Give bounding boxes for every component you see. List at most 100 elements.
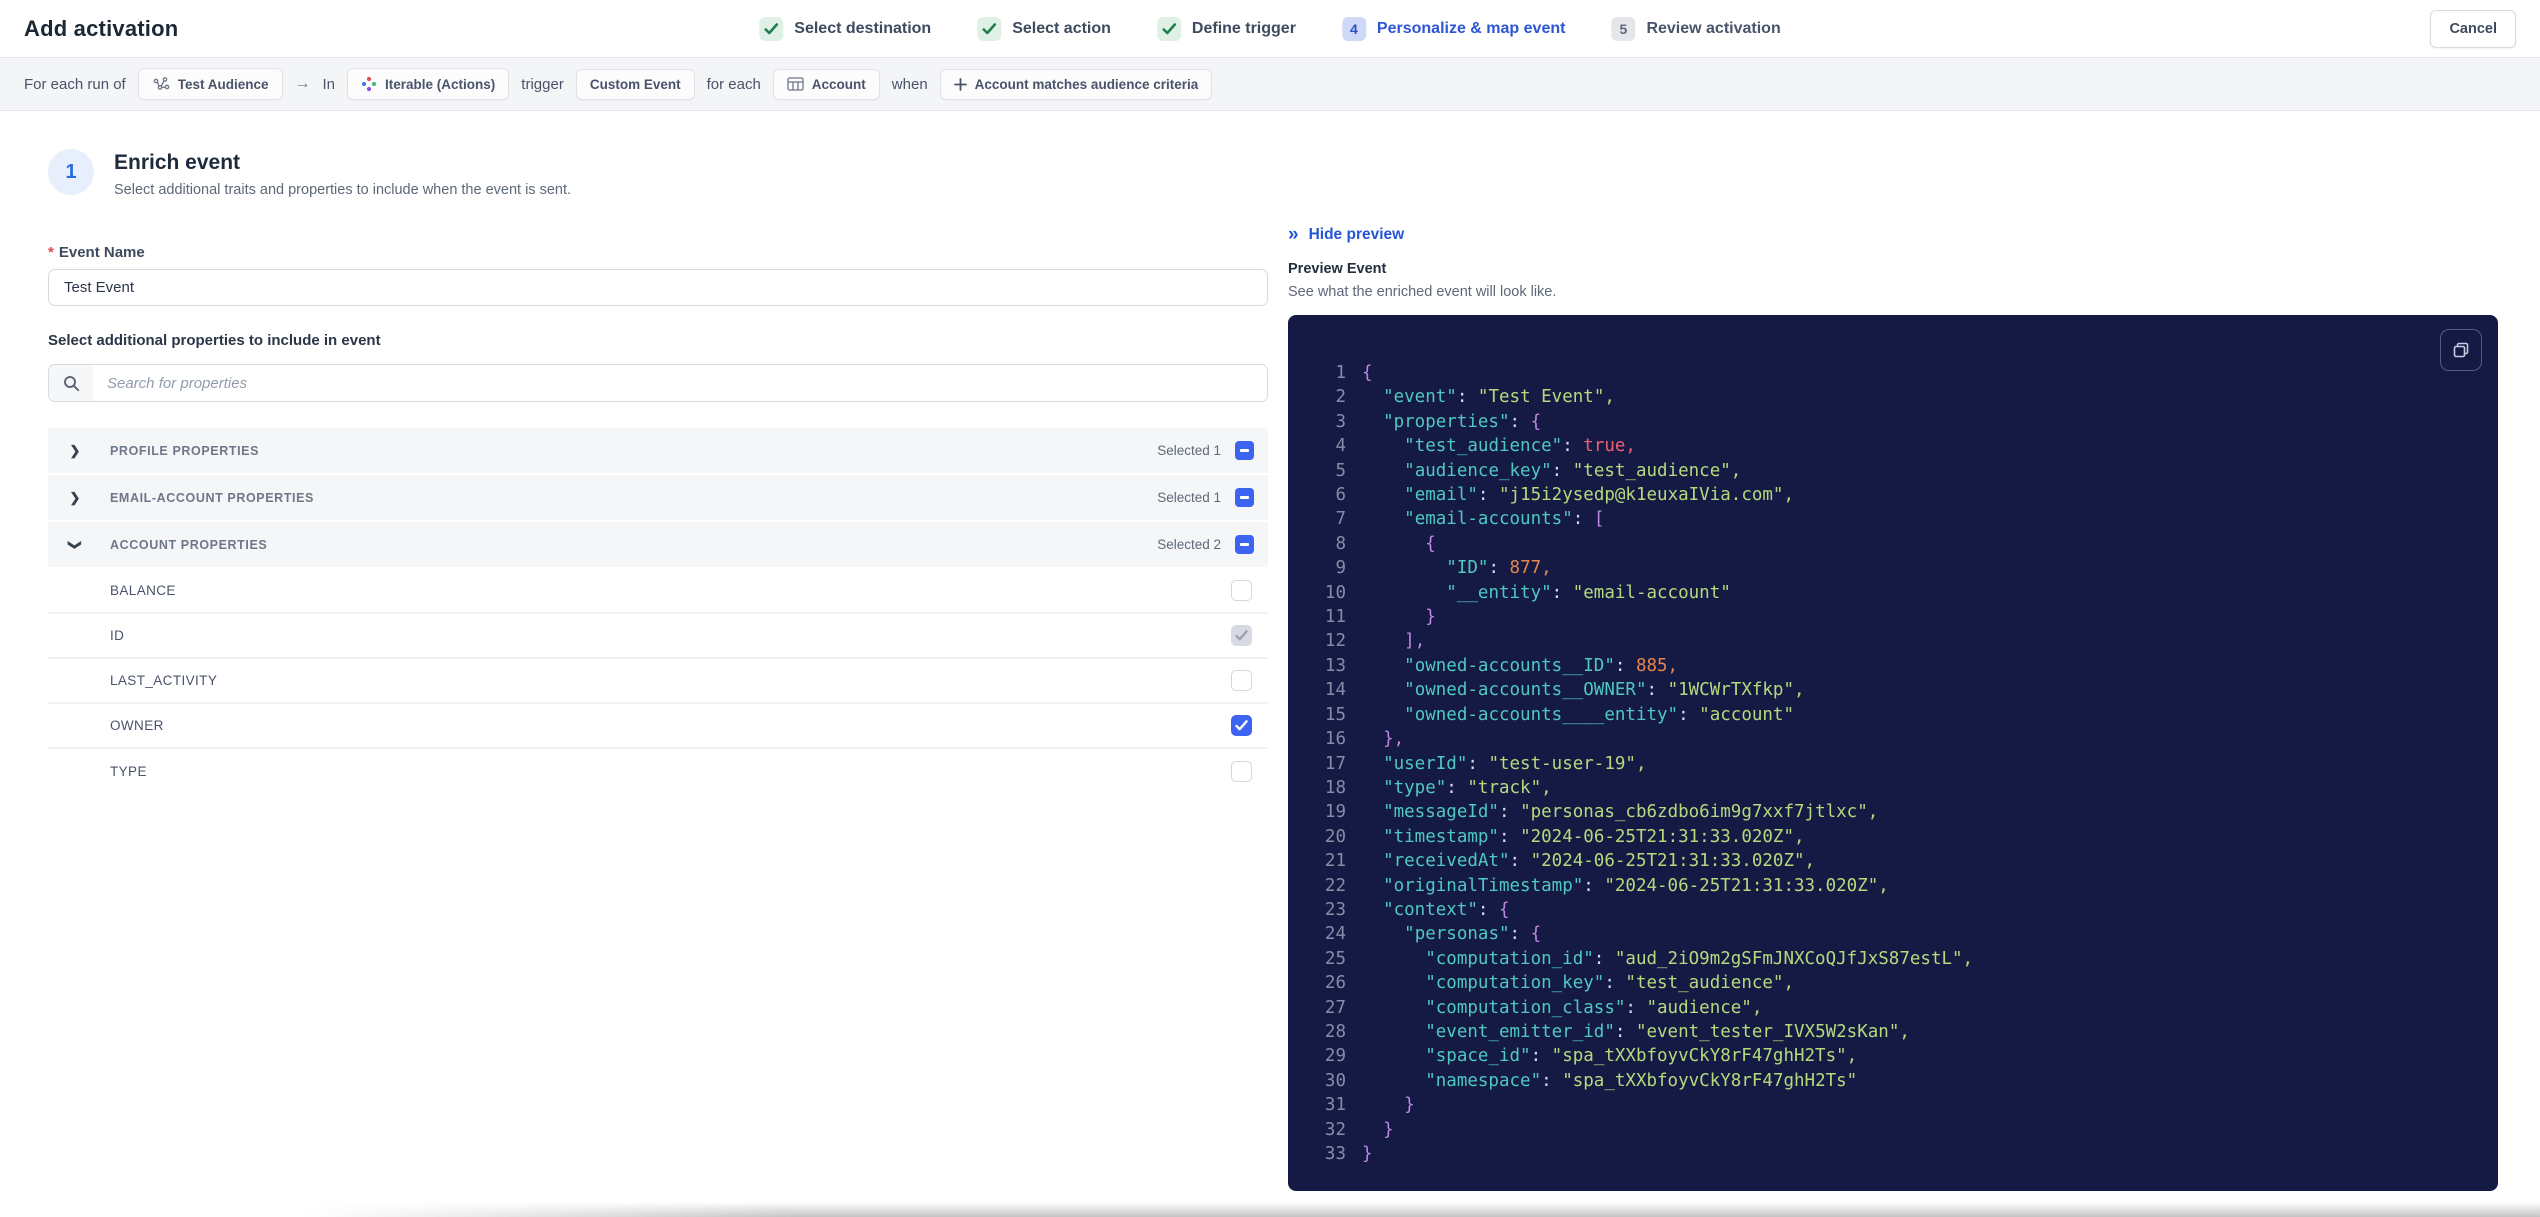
step-label: Review activation xyxy=(1646,19,1781,37)
line-number: 5 xyxy=(1335,460,1346,481)
property-checkbox[interactable] xyxy=(1231,715,1252,736)
line-number: 4 xyxy=(1335,436,1346,457)
property-label: LAST_ACTIVITY xyxy=(110,673,218,688)
pill-account[interactable]: Account xyxy=(772,68,880,100)
code-line: 23 "context": { xyxy=(1318,898,2470,922)
group-label: EMAIL-ACCOUNT PROPERTIES xyxy=(110,490,314,505)
code-line: 5 "audience_key": "test_audience", xyxy=(1318,459,2470,483)
group-header-account-properties[interactable]: ❯ ACCOUNT PROPERTIES Selected 2 xyxy=(48,522,1268,567)
code-text: "originalTimestamp": "2024-06-25T21:31:3… xyxy=(1383,875,1889,896)
selected-count: Selected 1 xyxy=(1157,443,1221,458)
line-number: 8 xyxy=(1335,533,1346,554)
pill-test-audience[interactable]: Test Audience xyxy=(137,68,283,100)
trigger-text: when xyxy=(891,75,928,93)
code-line: 21 "receivedAt": "2024-06-25T21:31:33.02… xyxy=(1318,849,2470,873)
line-number: 13 xyxy=(1324,655,1346,676)
line-number: 16 xyxy=(1324,729,1346,750)
code-line: 27 "computation_class": "audience", xyxy=(1318,996,2470,1020)
code-line: 30 "namespace": "spa_tXXbfoyvCkY8rF47ghH… xyxy=(1318,1069,2470,1093)
step-review-activation[interactable]: 5 Review activation xyxy=(1611,16,1781,41)
code-text: "computation_class": "audience", xyxy=(1425,997,1763,1018)
code-text: "event_emitter_id": "event_tester_IVX5W2… xyxy=(1425,1021,1910,1042)
code-text: "receivedAt": "2024-06-25T21:31:33.020Z"… xyxy=(1383,851,1816,872)
pill-label: Account xyxy=(811,76,866,92)
property-row-last-activity[interactable]: LAST_ACTIVITY xyxy=(48,659,1268,704)
line-number: 17 xyxy=(1324,753,1346,774)
step-define-trigger[interactable]: Define trigger xyxy=(1156,16,1296,41)
property-checkbox[interactable] xyxy=(1231,761,1252,782)
property-checkbox[interactable] xyxy=(1231,580,1252,601)
copy-button[interactable] xyxy=(2440,329,2482,371)
code-line: 17 "userId": "test-user-19", xyxy=(1318,752,2470,776)
properties-accordion: ❯ PROFILE PROPERTIES Selected 1 ❯ EMAIL-ACCO… xyxy=(48,428,1268,794)
line-number: 24 xyxy=(1324,924,1346,945)
arrow-icon: → xyxy=(294,75,311,92)
group-header-right: Selected 1 xyxy=(1157,441,1254,460)
code-text: "owned-accounts____entity": "account" xyxy=(1404,704,1794,725)
property-row-id[interactable]: ID xyxy=(48,614,1268,659)
preview-panel: » Hide preview Preview Event See what the… xyxy=(1288,149,2498,1191)
topbar: Add activation Select destination Select … xyxy=(0,0,2540,58)
pill-account-matches-audience-criteria[interactable]: Account matches audience criteria xyxy=(939,68,1213,100)
line-number: 15 xyxy=(1324,704,1346,725)
event-name-input[interactable] xyxy=(48,269,1268,306)
event-name-label: * Event Name xyxy=(48,244,1268,261)
code-text: "audience_key": "test_audience", xyxy=(1404,460,1742,481)
line-number: 20 xyxy=(1324,826,1346,847)
property-row-balance[interactable]: BALANCE xyxy=(48,569,1268,614)
section-header: 1 Enrich event Select additional traits … xyxy=(48,149,1268,198)
trigger-summary-bar: For each run of Test Audience → In Iterable … xyxy=(0,58,2540,111)
trigger-text: In xyxy=(322,75,336,93)
property-label: TYPE xyxy=(110,764,147,779)
code-line: 31 } xyxy=(1318,1093,2470,1117)
code-text: } xyxy=(1362,1144,1373,1164)
pill-custom-event[interactable]: Custom Event xyxy=(575,68,695,100)
preview-title: Preview Event xyxy=(1288,261,1387,277)
group-header-email-account-properties[interactable]: ❯ EMAIL-ACCOUNT PROPERTIES Selected 1 xyxy=(48,475,1268,520)
code-preview: 1{2 "event": "Test Event", 3 "properties"… xyxy=(1288,315,2498,1191)
line-number: 14 xyxy=(1324,680,1346,701)
property-row-owner[interactable]: OWNER xyxy=(48,704,1268,749)
search-input[interactable] xyxy=(93,365,1267,401)
property-label: OWNER xyxy=(110,718,164,733)
pill-label: Iterable (Actions) xyxy=(385,76,496,92)
step-personalize-map-event[interactable]: 4 Personalize & map event xyxy=(1341,16,1565,41)
code-line: 11 } xyxy=(1318,605,2470,629)
check-icon xyxy=(759,16,784,41)
code-text: { xyxy=(1425,533,1436,554)
add-activation-page: Add activation Select destination Select … xyxy=(0,0,2540,1217)
code-line: 33} xyxy=(1318,1142,2470,1166)
pill-label: Custom Event xyxy=(589,76,681,92)
properties-label: Select additional properties to include … xyxy=(48,332,381,349)
line-number: 9 xyxy=(1335,558,1346,579)
group-checkbox[interactable] xyxy=(1235,535,1254,554)
line-number: 23 xyxy=(1324,899,1346,920)
code-text: "test_audience": true, xyxy=(1404,436,1636,457)
code-lines: 1{2 "event": "Test Event", 3 "properties"… xyxy=(1318,361,2470,1166)
step-number-badge: 5 xyxy=(1611,16,1636,41)
code-text: "event": "Test Event", xyxy=(1383,387,1615,408)
line-number: 33 xyxy=(1324,1144,1346,1164)
group-header-profile-properties[interactable]: ❯ PROFILE PROPERTIES Selected 1 xyxy=(48,428,1268,473)
group-checkbox[interactable] xyxy=(1235,441,1254,460)
selected-count: Selected 1 xyxy=(1157,490,1221,505)
line-number: 1 xyxy=(1335,363,1346,383)
property-checkbox[interactable] xyxy=(1231,670,1252,691)
hide-preview-link[interactable]: » Hide preview xyxy=(1288,225,1404,244)
code-text: "timestamp": "2024-06-25T21:31:33.020Z", xyxy=(1383,826,1805,847)
cancel-button[interactable]: Cancel xyxy=(2430,9,2516,48)
pill-label: Test Audience xyxy=(177,76,269,92)
code-text: "userId": "test-user-19", xyxy=(1383,753,1647,774)
code-line: 9 "ID": 877, xyxy=(1318,556,2470,580)
code-text: "type": "track", xyxy=(1383,777,1552,798)
code-line: 13 "owned-accounts__ID": 885, xyxy=(1318,654,2470,678)
group-checkbox[interactable] xyxy=(1235,488,1254,507)
check-icon xyxy=(977,16,1002,41)
line-number: 29 xyxy=(1324,1046,1346,1067)
pill-iterable-actions[interactable]: Iterable (Actions) xyxy=(347,68,510,100)
window-shadow xyxy=(300,1202,2540,1217)
property-row-type[interactable]: TYPE xyxy=(48,749,1268,794)
code-line: 29 "space_id": "spa_tXXbfoyvCkY8rF47ghH2… xyxy=(1318,1044,2470,1068)
step-select-action[interactable]: Select action xyxy=(977,16,1111,41)
step-select-destination[interactable]: Select destination xyxy=(759,16,931,41)
